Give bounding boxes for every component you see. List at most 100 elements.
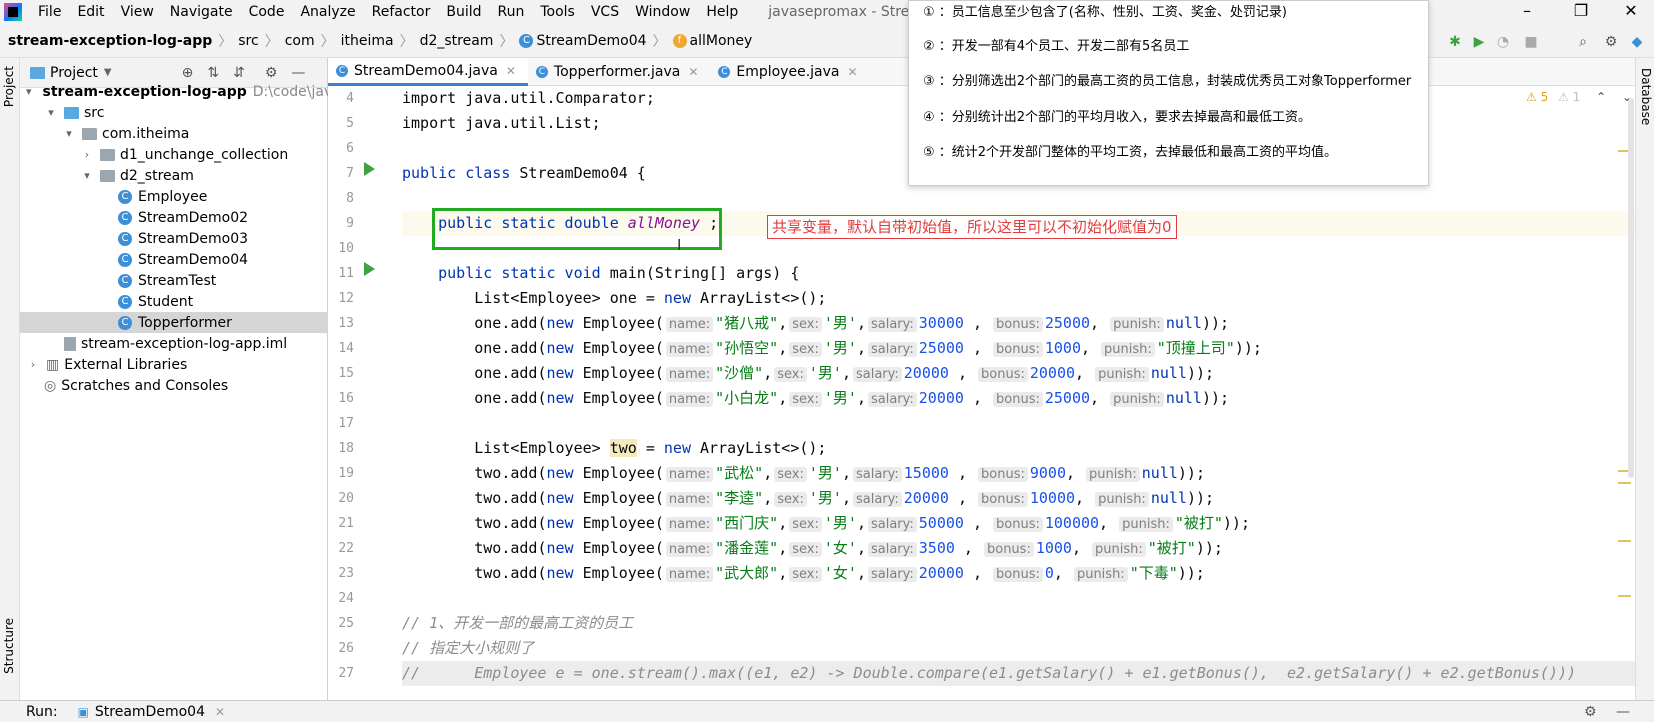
debug-icon[interactable]: ✱: [1446, 33, 1464, 51]
menu-navigate[interactable]: Navigate: [162, 0, 241, 24]
vertical-scrollbar[interactable]: [1628, 98, 1634, 478]
package-icon: [82, 127, 97, 140]
profile-icon[interactable]: ◔: [1494, 33, 1512, 51]
menu-tools[interactable]: Tools: [532, 0, 583, 24]
restore-icon[interactable]: ❐: [1558, 0, 1604, 24]
line-number: 10: [338, 241, 354, 256]
tree-item-package-com-itheima[interactable]: ▾ com.itheima: [20, 123, 328, 144]
collapse-all-icon[interactable]: ⇵: [233, 65, 245, 81]
breadcrumb-class[interactable]: StreamDemo04: [536, 33, 646, 49]
scratches-icon: ◎: [44, 377, 57, 394]
menu-edit[interactable]: Edit: [69, 0, 112, 24]
menu-build[interactable]: Build: [438, 0, 489, 24]
tab-topperformer[interactable]: C Topperformer.java ✕: [528, 58, 710, 86]
breadcrumb-field[interactable]: allMoney: [690, 33, 753, 49]
chevron-down-icon[interactable]: ▾: [62, 127, 76, 140]
line-number: 22: [338, 541, 354, 556]
run-class-icon[interactable]: [364, 162, 375, 176]
run-main-icon[interactable]: [364, 262, 375, 276]
breadcrumb-src[interactable]: src: [238, 33, 258, 49]
gear-icon[interactable]: ⚙: [265, 65, 278, 81]
requirement-item: ③ ：分别筛选出2个部门的最高工资的员工信息，封装成优秀员工对象Topperfo…: [923, 74, 1412, 89]
code-line-add-employee: one.add(new Employee(name: "猪八戒", sex: '男',…: [474, 314, 1230, 332]
tree-item-external-libraries[interactable]: › ▥ External Libraries: [20, 354, 328, 375]
line-number: 23: [338, 566, 354, 581]
tree-item-package-d1[interactable]: › d1_unchange_collection: [20, 144, 328, 165]
code-line-add-employee: one.add(new Employee(name: "孙悟空", sex: '男',…: [474, 339, 1262, 357]
line-number: 11: [338, 266, 354, 281]
chevron-right-icon[interactable]: ›: [26, 358, 40, 371]
chevron-down-icon[interactable]: ▾: [26, 85, 32, 98]
menu-help[interactable]: Help: [698, 0, 746, 24]
tab-streamdemo04[interactable]: C StreamDemo04.java ✕: [328, 58, 528, 86]
breadcrumb-project[interactable]: stream-exception-log-app: [8, 33, 212, 49]
menu-refactor[interactable]: Refactor: [364, 0, 439, 24]
inspection-widget[interactable]: ⚠ 5 ⚠ 1 ⌃ ⌄: [1526, 90, 1632, 104]
requirement-item: ④ ：分别统计出2个部门的平均月收入，要求去掉最高和最低工资。: [923, 110, 1312, 125]
tree-item-project-root[interactable]: ▾ stream-exception-log-app D:\code\java: [20, 81, 341, 102]
breadcrumb-com[interactable]: com: [285, 33, 315, 49]
menu-window[interactable]: Window: [627, 0, 698, 24]
structure-tool-button[interactable]: Structure: [2, 618, 16, 674]
chevron-down-icon[interactable]: ▼: [104, 67, 112, 78]
coverage-icon[interactable]: ▶: [1470, 33, 1488, 51]
tree-item-student[interactable]: C Student: [20, 291, 328, 312]
tree-item-streamdemo02[interactable]: C StreamDemo02: [20, 207, 328, 228]
search-icon[interactable]: ⌕: [1574, 33, 1592, 51]
project-tool-button[interactable]: Project: [2, 66, 16, 107]
class-icon: C: [535, 66, 548, 78]
tree-item-scratches[interactable]: ◎ Scratches and Consoles: [20, 375, 328, 396]
menu-run[interactable]: Run: [490, 0, 533, 24]
jetbrains-icon[interactable]: ◆: [1628, 33, 1646, 51]
chevron-down-icon[interactable]: ▾: [80, 169, 94, 182]
locate-icon[interactable]: ⊕: [182, 65, 194, 81]
requirements-popup: ① ：员工信息至少包含了(名称、性别、工资、奖金、处罚记录) ② ：开发一部有4…: [908, 0, 1429, 186]
tree-item-streamtest[interactable]: C StreamTest: [20, 270, 328, 291]
menu-analyze[interactable]: Analyze: [292, 0, 363, 24]
tree-item-iml[interactable]: stream-exception-log-app.iml: [20, 333, 328, 354]
breadcrumb-d2-stream[interactable]: d2_stream: [420, 33, 494, 49]
close-tab-icon[interactable]: ✕: [215, 705, 225, 719]
line-gutter[interactable]: 4 5 6 7 8 9 10 11 12 13 14 15 16 17 18 1…: [328, 86, 390, 700]
chevron-right-icon[interactable]: ›: [80, 148, 94, 161]
hide-icon[interactable]: —: [1616, 704, 1630, 720]
chevron-down-icon[interactable]: ▾: [44, 106, 58, 119]
close-icon[interactable]: ✕: [1608, 0, 1654, 24]
line-number: 20: [338, 491, 354, 506]
gear-icon[interactable]: ⚙: [1602, 33, 1620, 51]
tree-item-streamdemo04[interactable]: C StreamDemo04: [20, 249, 328, 270]
database-tool-button[interactable]: Database: [1639, 68, 1653, 125]
project-view-dropdown[interactable]: Project: [50, 65, 98, 81]
minimize-icon[interactable]: –: [1504, 0, 1550, 24]
breadcrumb-itheima[interactable]: itheima: [341, 33, 394, 49]
menu-vcs[interactable]: VCS: [583, 0, 627, 24]
tree-item-src[interactable]: ▾ src: [20, 102, 328, 123]
stop-icon[interactable]: ■: [1522, 33, 1540, 51]
hide-icon[interactable]: —: [291, 65, 305, 81]
code-comment: // Employee e = one.stream().max((e1, e2…: [402, 661, 1635, 686]
close-tab-icon[interactable]: ✕: [848, 65, 858, 79]
chevron-up-icon[interactable]: ⌃: [1596, 90, 1606, 104]
run-tab[interactable]: StreamDemo04: [95, 704, 205, 720]
close-tab-icon[interactable]: ✕: [688, 65, 698, 79]
code-line: List<Employee> two = new ArrayList<>();: [474, 439, 827, 457]
menu-file[interactable]: File: [30, 0, 69, 24]
warning-icon: ⚠: [1526, 90, 1537, 104]
class-icon: C: [118, 252, 132, 267]
code-line-add-employee: two.add(new Employee(name: "武松", sex: '男', s…: [474, 464, 1205, 482]
tree-item-streamdemo03[interactable]: C StreamDemo03: [20, 228, 328, 249]
line-number: 7: [346, 166, 354, 181]
menu-view[interactable]: View: [113, 0, 162, 24]
gear-icon[interactable]: ⚙: [1584, 704, 1597, 720]
tree-item-employee[interactable]: C Employee: [20, 186, 328, 207]
tab-employee[interactable]: C Employee.java ✕: [710, 58, 869, 86]
line-number: 19: [338, 466, 354, 481]
tree-item-package-d2[interactable]: ▾ d2_stream: [20, 165, 328, 186]
menu-code[interactable]: Code: [241, 0, 293, 24]
code-line: public static void main(String[] args) {: [438, 264, 800, 282]
close-tab-icon[interactable]: ✕: [506, 64, 516, 78]
folder-icon: [64, 106, 79, 119]
tree-item-topperformer[interactable]: C Topperformer: [20, 312, 328, 333]
class-icon: C: [118, 273, 132, 288]
expand-all-icon[interactable]: ⇅: [207, 65, 219, 81]
